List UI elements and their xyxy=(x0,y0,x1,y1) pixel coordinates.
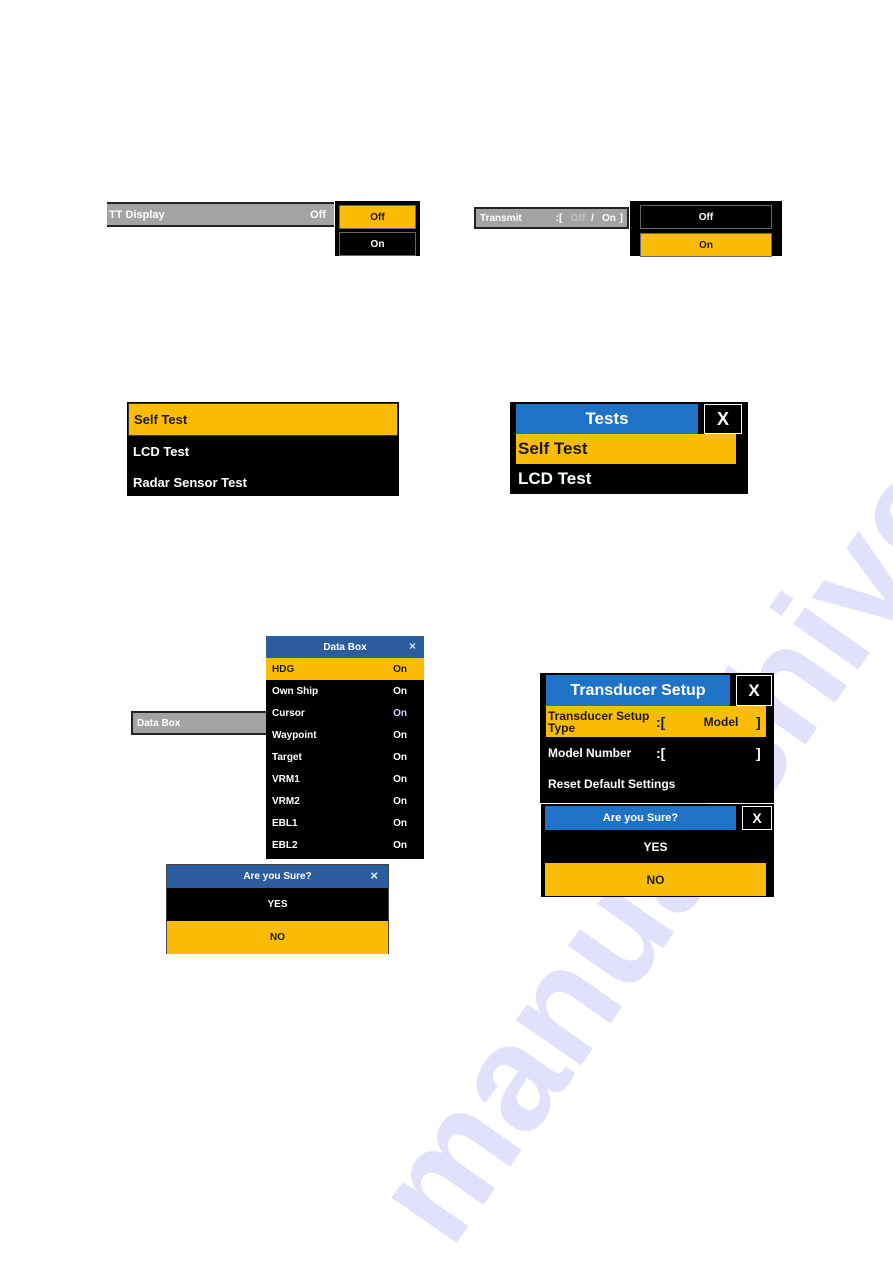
close-button[interactable]: X xyxy=(736,675,772,706)
tt-display-dropdown: Off On xyxy=(335,201,420,256)
option-on[interactable]: On xyxy=(640,233,772,257)
close-bracket: ] xyxy=(756,744,761,761)
dialog-title: Are you Sure? xyxy=(243,871,312,882)
confirm-dialog: Are you Sure? X YES NO xyxy=(541,804,774,897)
reset-default-settings-row[interactable]: Reset Default Settings xyxy=(546,768,766,799)
close-bracket: ] xyxy=(619,212,623,224)
transducer-setup-dialog: Transducer Setup X Transducer Setup Type… xyxy=(540,673,774,803)
row-label: Cursor xyxy=(272,707,305,719)
list-item-self-test[interactable]: Self Test xyxy=(128,403,398,436)
open-bracket: :[ xyxy=(656,713,666,730)
transmit-off-text: Off xyxy=(570,212,586,224)
close-button[interactable]: X xyxy=(742,806,772,830)
data-box-row[interactable]: Own Ship On xyxy=(266,680,424,702)
row-value: On xyxy=(393,685,407,697)
close-icon[interactable]: × xyxy=(370,868,378,883)
row-label: Transducer Setup Type xyxy=(548,708,650,735)
row-label: Waypoint xyxy=(272,729,317,741)
tests-dialog: Tests X Self Test LCD Test xyxy=(510,402,748,494)
data-box-row[interactable]: Cursor On xyxy=(266,702,424,724)
row-value: On xyxy=(393,817,407,829)
open-bracket: :[ xyxy=(555,212,563,224)
yes-button[interactable]: YES xyxy=(167,888,388,921)
close-icon[interactable]: × xyxy=(409,639,416,653)
transmit-setting[interactable]: Transmit :[ Off / On ] xyxy=(474,207,629,229)
transmit-label: Transmit xyxy=(480,212,522,224)
row-label: VRM2 xyxy=(272,795,300,807)
tt-display-label: TT Display xyxy=(109,208,165,221)
dialog-title: Tests xyxy=(516,404,698,434)
row-value: On xyxy=(393,773,407,785)
row-value: On xyxy=(393,839,407,851)
row-value: Model xyxy=(703,714,739,729)
tt-display-value: Off xyxy=(310,208,326,221)
close-icon: X xyxy=(752,810,762,826)
data-box-label: Data Box xyxy=(137,717,181,729)
data-box-dialog: Data Box × HDG On Own Ship On Cursor On Way… xyxy=(266,636,424,859)
row-value: On xyxy=(393,729,407,741)
row-label: Own Ship xyxy=(272,685,319,697)
transmit-dropdown: Off On xyxy=(630,201,782,257)
data-box-row[interactable]: VRM2 On xyxy=(266,790,424,812)
row-label: EBL1 xyxy=(272,817,298,829)
data-box-row[interactable]: EBL1 On xyxy=(266,812,424,834)
row-value: On xyxy=(393,663,407,675)
dialog-title: Are you Sure? xyxy=(545,806,736,830)
test-list: Self Test LCD Test Radar Sensor Test xyxy=(127,402,399,496)
transducer-setup-type-row[interactable]: Transducer Setup Type :[ Model ] xyxy=(546,706,766,737)
row-label: VRM1 xyxy=(272,773,300,785)
close-bracket: ] xyxy=(756,713,761,730)
list-item-self-test[interactable]: Self Test xyxy=(516,434,736,464)
confirm-dialog: Are you Sure? × YES NO xyxy=(166,864,389,954)
separator: / xyxy=(591,212,594,224)
open-bracket: :[ xyxy=(656,744,666,761)
data-box-setting[interactable]: Data Box xyxy=(131,711,268,735)
data-box-row[interactable]: Target On xyxy=(266,746,424,768)
no-button[interactable]: NO xyxy=(545,863,766,896)
option-on[interactable]: On xyxy=(339,232,416,256)
transmit-on-text: On xyxy=(602,212,616,224)
data-box-row[interactable]: VRM1 On xyxy=(266,768,424,790)
model-number-row[interactable]: Model Number :[ ] xyxy=(546,737,766,768)
list-item-lcd-test[interactable]: LCD Test xyxy=(516,464,736,494)
yes-button[interactable]: YES xyxy=(545,830,766,863)
row-label: Model Number xyxy=(548,745,632,760)
list-item-radar-sensor-test[interactable]: Radar Sensor Test xyxy=(128,467,398,498)
row-value: On xyxy=(393,751,407,763)
option-off[interactable]: Off xyxy=(640,205,772,229)
dialog-title: Transducer Setup xyxy=(546,675,730,706)
close-icon: X xyxy=(716,408,729,429)
row-value: On xyxy=(393,707,407,719)
row-value: On xyxy=(393,795,407,807)
row-label: Target xyxy=(272,751,302,763)
close-icon: X xyxy=(748,680,760,700)
list-item-lcd-test[interactable]: LCD Test xyxy=(128,436,398,467)
row-label: EBL2 xyxy=(272,839,298,851)
row-label: HDG xyxy=(272,663,295,675)
no-button[interactable]: NO xyxy=(167,921,388,954)
data-box-row[interactable]: EBL2 On xyxy=(266,834,424,856)
close-button[interactable]: X xyxy=(704,404,742,434)
dialog-title: Data Box xyxy=(323,641,367,653)
dialog-header: Data Box × xyxy=(266,636,424,658)
data-box-row[interactable]: Waypoint On xyxy=(266,724,424,746)
option-off[interactable]: Off xyxy=(339,205,416,229)
data-box-row[interactable]: HDG On xyxy=(266,658,424,680)
dialog-header: Are you Sure? × xyxy=(167,865,388,888)
tt-display-setting[interactable]: TT Display Off xyxy=(107,202,334,227)
row-label: Reset Default Settings xyxy=(548,776,676,791)
